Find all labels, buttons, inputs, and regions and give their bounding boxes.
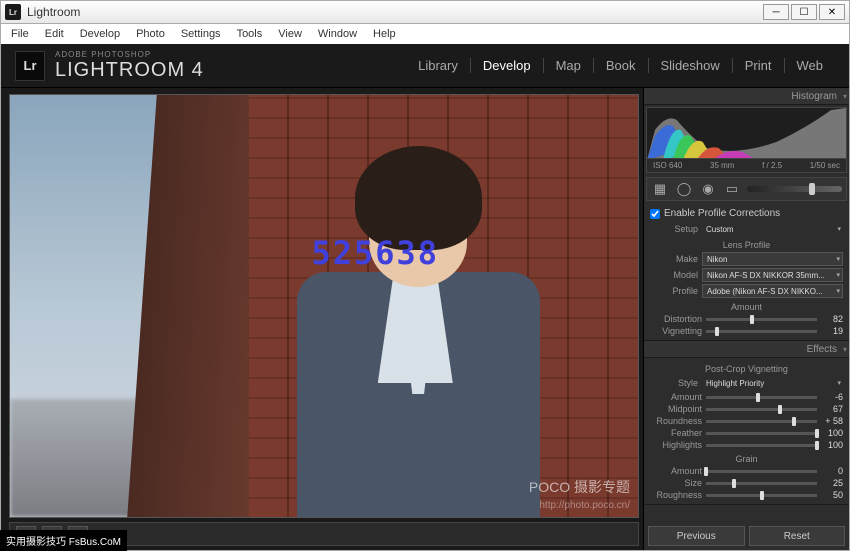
watermark-number: 525638 — [311, 234, 439, 272]
setup-dropdown[interactable]: Custom — [702, 222, 843, 236]
watermark-url: http://photo.poco.cn/ — [539, 500, 630, 511]
lens-amount-header: Amount — [650, 299, 843, 313]
menu-settings[interactable]: Settings — [173, 26, 229, 42]
maximize-button[interactable]: ☐ — [791, 4, 817, 20]
previous-button[interactable]: Previous — [648, 526, 745, 546]
lens-profile-dropdown[interactable]: Adobe (Nikon AF-S DX NIKKO... — [702, 284, 843, 298]
pcv-midpoint-slider[interactable] — [706, 408, 817, 411]
pcv-amount-value: -6 — [821, 392, 843, 402]
tool-exposure-slider[interactable] — [747, 186, 842, 192]
menubar: File Edit Develop Photo Settings Tools V… — [0, 24, 850, 44]
menu-view[interactable]: View — [270, 26, 310, 42]
menu-develop[interactable]: Develop — [72, 26, 128, 42]
menu-file[interactable]: File — [3, 26, 37, 42]
histo-focal: 35 mm — [710, 161, 734, 170]
grain-amount-slider[interactable] — [706, 470, 817, 473]
module-map[interactable]: Map — [544, 58, 594, 73]
menu-help[interactable]: Help — [365, 26, 404, 42]
histo-iso: ISO 640 — [653, 161, 682, 170]
module-web[interactable]: Web — [785, 58, 836, 73]
distortion-slider[interactable] — [706, 318, 817, 321]
histo-aperture: f / 2.5 — [762, 161, 782, 170]
lens-make-dropdown[interactable]: Nikon — [702, 252, 843, 266]
enable-profile-label: Enable Profile Corrections — [664, 208, 780, 219]
module-library[interactable]: Library — [406, 58, 471, 73]
tool-gradient-icon[interactable]: ▭ — [723, 180, 741, 198]
effects-header[interactable]: Effects — [644, 341, 849, 358]
logo-badge: Lr — [15, 51, 45, 81]
lens-profile-header: Lens Profile — [650, 237, 843, 251]
pcv-amount-slider[interactable] — [706, 396, 817, 399]
grain-roughness-slider[interactable] — [706, 494, 817, 497]
module-develop[interactable]: Develop — [471, 58, 544, 73]
preview-image[interactable]: 525638 POCO 摄影专题 http://photo.poco.cn/ — [9, 94, 639, 518]
pcv-feather-slider[interactable] — [706, 432, 817, 435]
pcv-style-dropdown[interactable]: Highlight Priority — [702, 376, 843, 390]
histo-shutter: 1/50 sec — [810, 161, 840, 170]
brand-main: LIGHTROOM 4 — [55, 59, 204, 82]
vignetting-slider[interactable] — [706, 330, 817, 333]
tool-crop-icon[interactable]: ▦ — [651, 180, 669, 198]
histogram[interactable]: ISO 640 35 mm f / 2.5 1/50 sec — [646, 107, 847, 173]
enable-profile-checkbox[interactable] — [650, 209, 660, 219]
menu-tools[interactable]: Tools — [229, 26, 271, 42]
reset-button[interactable]: Reset — [749, 526, 846, 546]
menu-photo[interactable]: Photo — [128, 26, 173, 42]
histogram-header[interactable]: Histogram — [644, 88, 849, 105]
minimize-button[interactable]: ─ — [763, 4, 789, 20]
close-button[interactable]: ✕ — [819, 4, 845, 20]
app-icon: Lr — [5, 4, 21, 20]
grain-size-slider[interactable] — [706, 482, 817, 485]
lens-model-dropdown[interactable]: Nikon AF-S DX NIKKOR 35mm... — [702, 268, 843, 282]
pcv-header: Post-Crop Vignetting — [650, 361, 843, 375]
footer-badge: 实用摄影技巧 FsBus.CoM — [0, 530, 127, 551]
module-slideshow[interactable]: Slideshow — [649, 58, 733, 73]
menu-edit[interactable]: Edit — [37, 26, 72, 42]
pcv-highlights-slider[interactable] — [706, 444, 817, 447]
window-title: Lightroom — [27, 5, 763, 19]
menu-window[interactable]: Window — [310, 26, 365, 42]
tool-whitebalance-icon[interactable]: ◯ — [675, 180, 693, 198]
brand-sub: ADOBE PHOTOSHOP — [55, 50, 204, 59]
watermark-poco: POCO 摄影专题 — [529, 477, 630, 497]
tool-targeted-icon[interactable]: ◉ — [699, 180, 717, 198]
module-book[interactable]: Book — [594, 58, 649, 73]
module-print[interactable]: Print — [733, 58, 785, 73]
pcv-roundness-slider[interactable] — [706, 420, 817, 423]
grain-header: Grain — [650, 451, 843, 465]
